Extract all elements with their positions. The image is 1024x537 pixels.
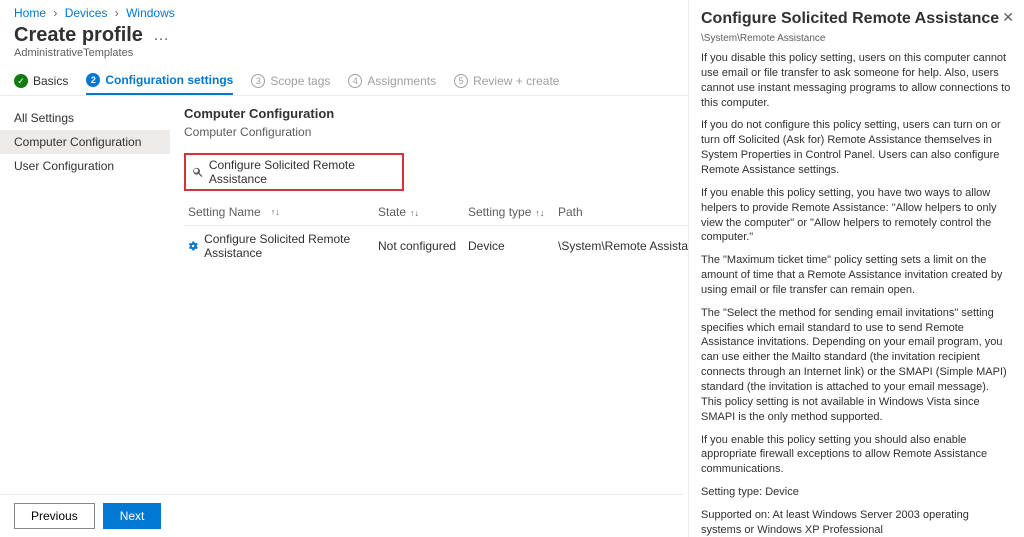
more-actions-button[interactable]: … [153, 27, 169, 45]
panel-desc: The "Maximum ticket time" policy setting… [701, 253, 1012, 298]
panel-desc: If you enable this policy setting you sh… [701, 433, 1012, 478]
breadcrumb-devices[interactable]: Devices [65, 6, 108, 20]
step-label: Assignments [367, 74, 436, 88]
panel-desc: If you do not configure this policy sett… [701, 118, 1012, 177]
sort-icon: ↑↓ [410, 208, 419, 218]
step-basics[interactable]: ✓ Basics [14, 73, 68, 95]
settings-sidebar: All Settings Computer Configuration User… [0, 96, 170, 456]
chevron-right-icon: › [53, 6, 57, 20]
wizard-footer: Previous Next [0, 494, 684, 537]
sort-icon: ↑↓ [271, 207, 280, 217]
row-type: Device [468, 239, 558, 253]
panel-desc: If you enable this policy setting, you h… [701, 186, 1012, 245]
col-state[interactable]: State↑↓ [378, 205, 468, 219]
setting-detail-panel: ✕ Configure Solicited Remote Assistance … [688, 0, 1024, 537]
sort-icon: ↑↓ [535, 208, 544, 218]
col-setting-name[interactable]: Setting Name↑↓ [188, 205, 378, 219]
previous-button[interactable]: Previous [14, 503, 95, 529]
search-icon [192, 166, 203, 178]
step-label: Basics [33, 74, 68, 88]
row-state: Not configured [378, 239, 468, 253]
panel-desc: If you disable this policy setting, user… [701, 51, 1012, 110]
chevron-right-icon: › [115, 6, 119, 20]
sidebar-item-all-settings[interactable]: All Settings [0, 106, 170, 130]
next-button[interactable]: Next [103, 503, 162, 529]
page-title: Create profile [14, 24, 143, 47]
breadcrumb-home[interactable]: Home [14, 6, 46, 20]
step-assignments[interactable]: 4 Assignments [348, 73, 436, 95]
row-setting-name: Configure Solicited Remote Assistance [204, 232, 378, 260]
step-label: Review + create [473, 74, 559, 88]
sidebar-item-computer-configuration[interactable]: Computer Configuration [0, 130, 170, 154]
step-label: Scope tags [270, 74, 330, 88]
step-number: 5 [454, 74, 468, 88]
breadcrumb-windows[interactable]: Windows [126, 6, 175, 20]
panel-path: \System\Remote Assistance [701, 32, 1012, 46]
step-review-create[interactable]: 5 Review + create [454, 73, 559, 95]
step-configuration-settings[interactable]: 2 Configuration settings [86, 73, 233, 95]
sidebar-item-user-configuration[interactable]: User Configuration [0, 154, 170, 178]
step-label: Configuration settings [105, 73, 233, 87]
step-number: 3 [251, 74, 265, 88]
step-number: 4 [348, 74, 362, 88]
panel-supported-on: Supported on: At least Windows Server 20… [701, 508, 1012, 537]
col-setting-type[interactable]: Setting type↑↓ [468, 205, 558, 219]
gear-icon [188, 240, 198, 252]
panel-title: Configure Solicited Remote Assistance [701, 8, 1012, 30]
search-value: Configure Solicited Remote Assistance [209, 158, 396, 186]
settings-search-input[interactable]: Configure Solicited Remote Assistance [184, 153, 404, 191]
check-icon: ✓ [14, 74, 28, 88]
step-number: 2 [86, 73, 100, 87]
panel-setting-type: Setting type: Device [701, 485, 1012, 500]
step-scope-tags[interactable]: 3 Scope tags [251, 73, 330, 95]
close-icon[interactable]: ✕ [1002, 8, 1014, 27]
panel-desc: The "Select the method for sending email… [701, 306, 1012, 425]
